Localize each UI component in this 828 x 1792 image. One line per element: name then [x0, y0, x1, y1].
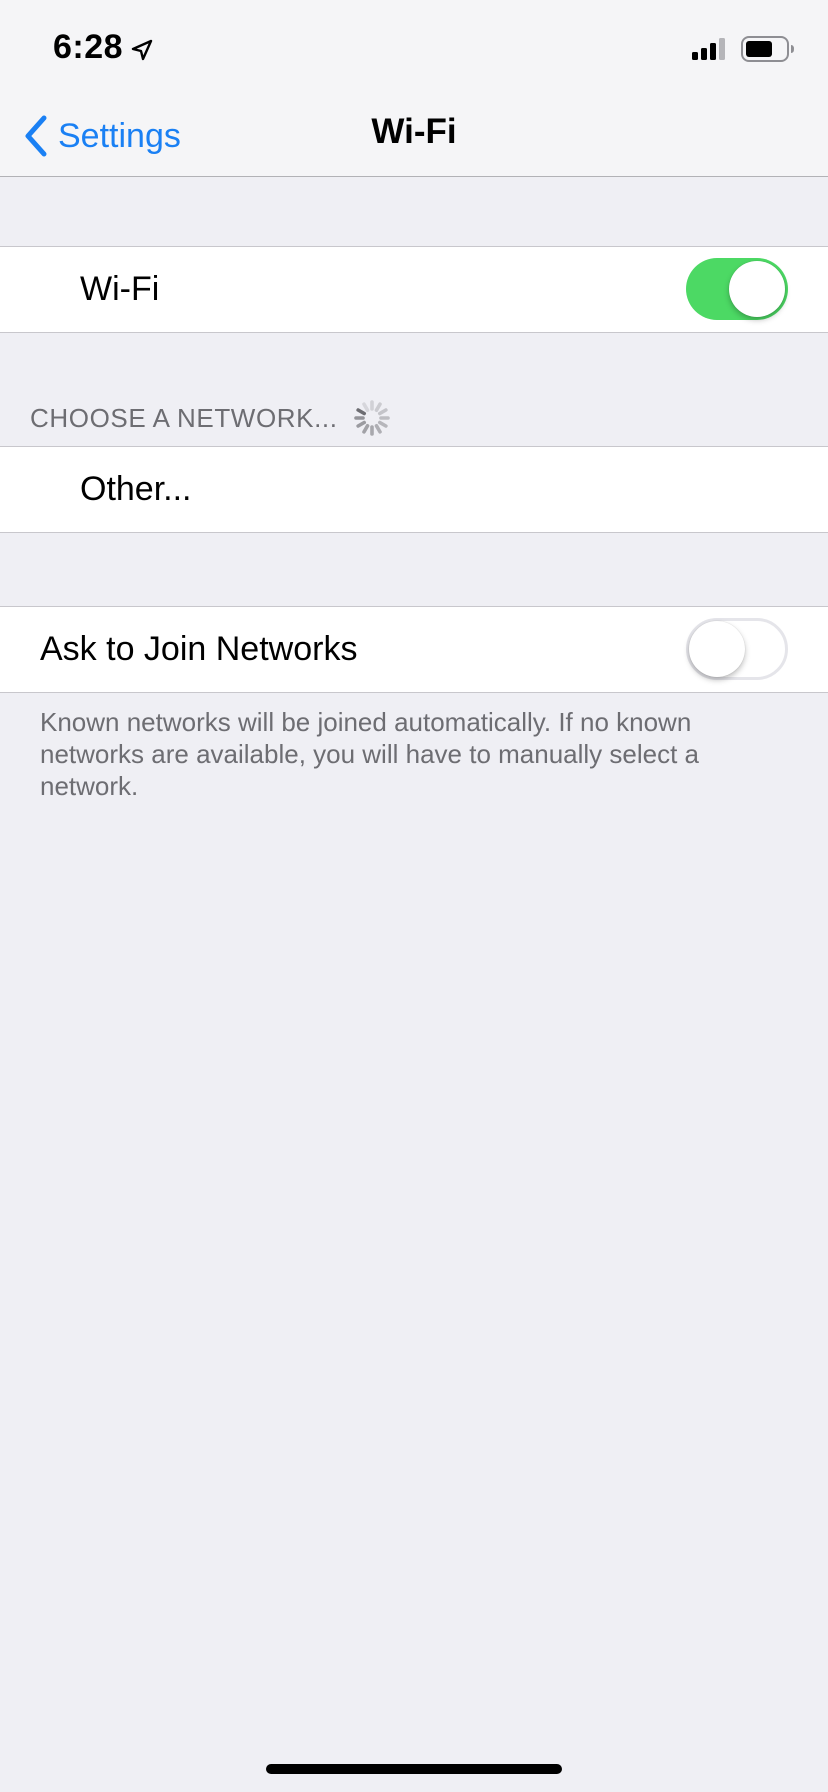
battery-icon [741, 36, 794, 62]
cellular-signal-icon [692, 38, 725, 60]
home-indicator[interactable] [266, 1764, 562, 1774]
wifi-toggle[interactable] [686, 258, 788, 320]
network-item-other[interactable]: Other... [0, 447, 828, 532]
network-item-label: Other... [80, 470, 192, 508]
activity-spinner-icon [353, 400, 390, 436]
ask-to-join-label: Ask to Join Networks [40, 630, 358, 668]
choose-network-header: CHOOSE A NETWORK... [30, 398, 392, 438]
status-time: 6:28 [53, 28, 124, 66]
navigation-bar: Settings Wi-Fi [0, 100, 828, 177]
network-list: Other... [0, 446, 828, 533]
status-bar: 6:28 [0, 0, 828, 100]
ask-to-join-group: Ask to Join Networks [0, 606, 828, 693]
page-title: Wi-Fi [371, 112, 457, 151]
ask-to-join-footer: Known networks will be joined automatica… [40, 707, 700, 801]
wifi-group: Wi-Fi [0, 246, 828, 333]
wifi-toggle-knob [729, 261, 785, 317]
ask-to-join-toggle-knob [689, 621, 745, 677]
wifi-cell: Wi-Fi [0, 247, 828, 332]
ask-to-join-toggle[interactable] [686, 618, 788, 680]
ask-to-join-cell: Ask to Join Networks [0, 607, 828, 692]
location-arrow-icon [131, 39, 153, 61]
section-header-label: CHOOSE A NETWORK... [30, 402, 338, 433]
wifi-label: Wi-Fi [80, 270, 160, 308]
